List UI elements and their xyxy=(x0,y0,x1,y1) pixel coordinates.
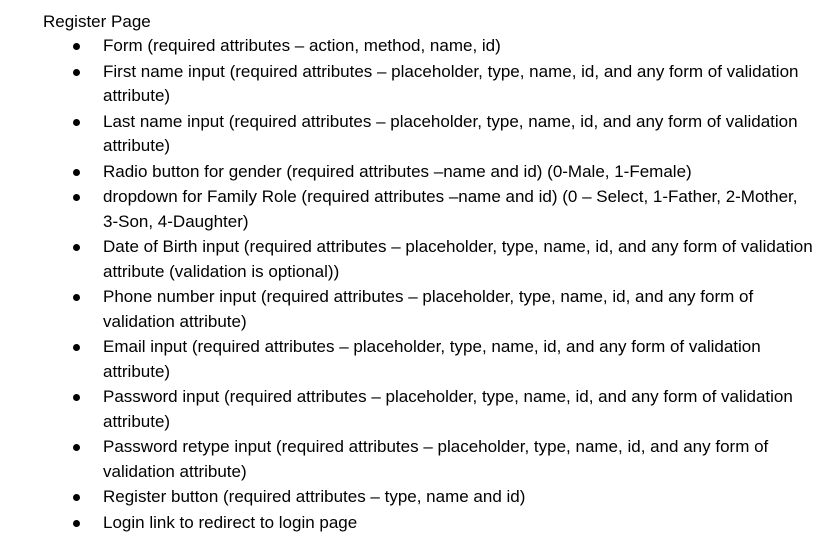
list-item-text: First name input (required attributes – … xyxy=(103,61,799,106)
list-item-text: Date of Birth input (required attributes… xyxy=(103,237,813,281)
list-item-text: Register button (required attributes – t… xyxy=(103,487,526,506)
bullet-icon xyxy=(73,168,80,176)
list-item-phone-number: Phone number input (required attributes … xyxy=(0,285,821,334)
bullet-icon xyxy=(73,194,80,201)
list-item-password-retype: Password retype input (required attribut… xyxy=(0,435,821,484)
list-item-text: Email input (required attributes – place… xyxy=(103,337,761,381)
bullet-icon xyxy=(73,244,80,251)
list-item-register-button: Register button (required attributes – t… xyxy=(0,485,821,510)
list-item-text: Password retype input (required attribut… xyxy=(103,437,769,481)
requirements-list: Form (required attributes – action, meth… xyxy=(0,34,821,536)
list-item-last-name: Last name input (required attributes – p… xyxy=(0,110,821,159)
list-item-password: Password input (required attributes – pl… xyxy=(0,385,821,434)
bullet-icon xyxy=(73,494,80,501)
bullet-icon xyxy=(73,444,80,451)
document-page: Register Page Form (required attributes … xyxy=(0,0,821,538)
list-item-gender-radio: Radio button for gender (required attrib… xyxy=(0,160,821,185)
list-item-first-name: First name input (required attributes – … xyxy=(0,60,821,109)
list-item-text: Radio button for gender (required attrib… xyxy=(103,161,692,181)
bullet-icon xyxy=(73,68,80,76)
list-item-text: Last name input (required attributes – p… xyxy=(103,111,798,156)
list-item-text: Password input (required attributes – pl… xyxy=(103,387,793,431)
bullet-icon xyxy=(73,118,80,126)
list-item-date-of-birth: Date of Birth input (required attributes… xyxy=(0,235,821,284)
list-item-family-role-dropdown: dropdown for Family Role (required attri… xyxy=(0,185,821,234)
bullet-icon xyxy=(73,519,80,527)
list-item-text: Phone number input (required attributes … xyxy=(103,287,754,331)
bullet-icon xyxy=(73,394,80,401)
bullet-icon xyxy=(73,294,80,301)
list-item-text: dropdown for Family Role (required attri… xyxy=(103,187,798,231)
list-item-text: Form (required attributes – action, meth… xyxy=(103,36,501,55)
list-item-form: Form (required attributes – action, meth… xyxy=(0,34,821,59)
list-item-login-link: Login link to redirect to login page xyxy=(0,511,821,536)
list-item-text: Login link to redirect to login page xyxy=(103,512,358,532)
list-item-email: Email input (required attributes – place… xyxy=(0,335,821,384)
page-title: Register Page xyxy=(43,12,151,31)
bullet-icon xyxy=(73,43,80,50)
bullet-icon xyxy=(73,344,80,351)
